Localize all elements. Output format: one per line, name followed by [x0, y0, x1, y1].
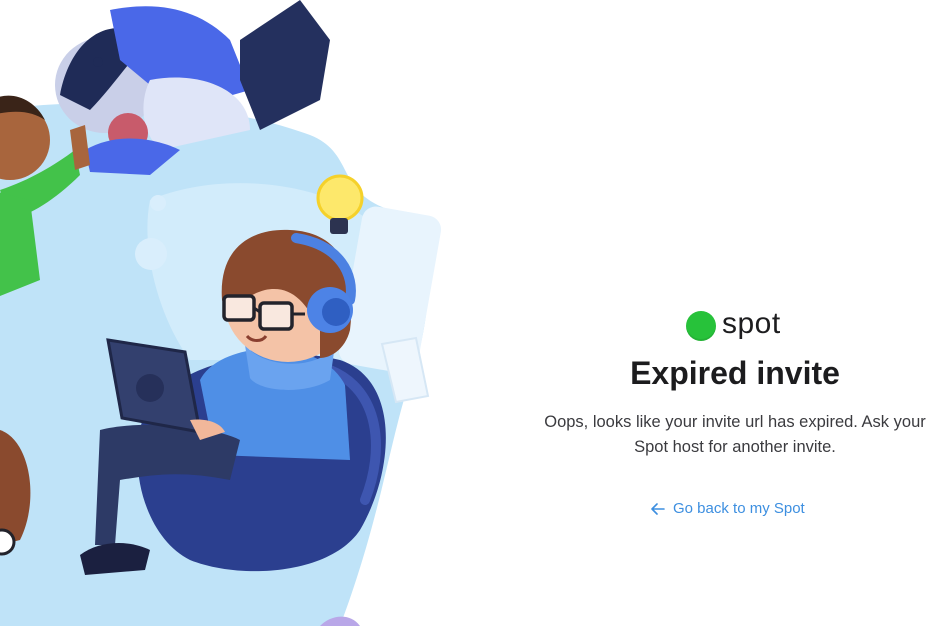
- lightbulb-icon: [316, 174, 364, 222]
- page: spot Expired invite Oops, looks like you…: [0, 0, 944, 626]
- headphones-cup: [322, 298, 350, 326]
- glasses-right: [258, 301, 294, 331]
- bubble-icon: [150, 195, 166, 211]
- lightbulb-base: [330, 218, 348, 234]
- page-title: Expired invite: [630, 355, 840, 391]
- brand-logo: spot: [686, 306, 781, 346]
- floating-person-eye: [93, 57, 103, 67]
- bubble-icon: [135, 238, 167, 270]
- glasses-left: [222, 294, 256, 322]
- hero-illustration: [0, 0, 442, 626]
- arrow-left-icon: [651, 502, 665, 515]
- floating-person-legs: [240, 0, 330, 130]
- expired-invite-panel: spot Expired invite Oops, looks like you…: [530, 0, 940, 626]
- go-back-link[interactable]: Go back to my Spot: [651, 500, 805, 517]
- go-back-link-label: Go back to my Spot: [673, 500, 805, 517]
- laptop-logo: [136, 374, 164, 402]
- brand-name: spot: [722, 307, 781, 340]
- brand-dot-icon: [686, 311, 716, 341]
- expired-message: Oops, looks like your invite url has exp…: [544, 413, 926, 456]
- bottom-person-glasses: [0, 528, 16, 556]
